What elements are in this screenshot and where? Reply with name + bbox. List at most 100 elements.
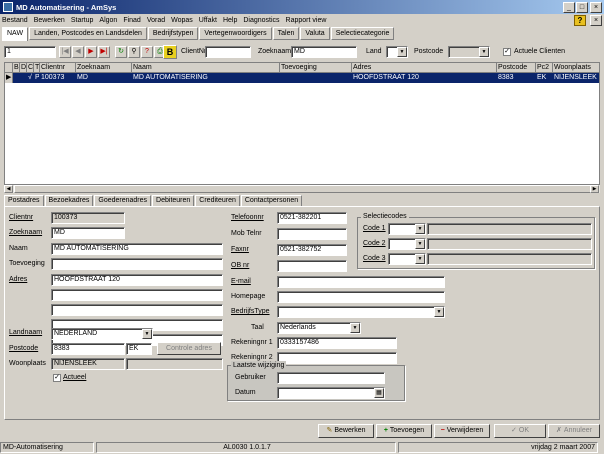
binoculars-icon[interactable]: ⚲ (128, 46, 140, 58)
chevron-down-icon[interactable]: ▼ (142, 329, 152, 339)
verwijderen-button[interactable]: − Verwijderen (434, 424, 490, 438)
bewerken-button[interactable]: ✎ Bewerken (318, 424, 374, 438)
chevron-down-icon[interactable]: ▼ (397, 47, 407, 57)
actueel-checkbox[interactable]: ✓ (53, 374, 61, 382)
minimize-button[interactable]: _ (563, 1, 575, 13)
menu-wopas[interactable]: Wopas (171, 17, 193, 24)
code1-select[interactable]: ▼ (388, 223, 426, 235)
clientnr-search-input[interactable] (205, 46, 251, 58)
calendar-icon[interactable]: ▦ (374, 388, 384, 398)
zoeknaam-search-input[interactable]: MD (291, 46, 357, 58)
grid-col-postcode[interactable]: Postcode (497, 63, 536, 72)
record-number-field[interactable]: 1 (4, 46, 56, 58)
email-field[interactable] (277, 276, 445, 288)
rekening2-field[interactable] (277, 352, 397, 364)
grid-col-zoeknaam[interactable]: Zoeknaam (76, 63, 132, 72)
rekening1-label: Rekeningnr 1 (231, 339, 273, 346)
scroll-right-icon[interactable]: ▶ (590, 185, 599, 193)
last-record-icon[interactable]: ▶| (98, 46, 110, 58)
clientnr-label: ClientNr (181, 48, 207, 55)
close-button[interactable]: × (590, 1, 602, 13)
tab-bedrijfstypen[interactable]: Bedrijfstypen (147, 27, 199, 40)
toevoegen-button[interactable]: + Toevoegen (376, 424, 432, 438)
telefoon-field[interactable]: 0521-382201 (277, 212, 347, 224)
menu-finad[interactable]: Finad (123, 17, 141, 24)
naam-field[interactable]: MD AUTOMATISERING (51, 243, 223, 255)
menu-diagnostics[interactable]: Diagnostics (243, 17, 279, 24)
adres-line-2-field[interactable] (51, 289, 223, 301)
grid-col-toevoeging[interactable]: Toevoeging (280, 63, 352, 72)
chevron-down-icon[interactable]: ▼ (434, 307, 444, 317)
prev-record-icon[interactable]: ◀ (72, 46, 84, 58)
ob-field[interactable] (277, 260, 347, 272)
postcode-select[interactable]: ▼ (448, 46, 490, 58)
postcode-field[interactable]: 8383 (51, 343, 125, 355)
maximize-button[interactable]: □ (576, 1, 588, 13)
toevoeging-field[interactable] (51, 258, 223, 270)
annuleer-button[interactable]: ✗ Annuleer (548, 424, 600, 438)
grid-col-woonplaats[interactable]: Woonplaats (553, 63, 597, 72)
code2-select[interactable]: ▼ (388, 238, 426, 250)
menu-help[interactable]: Help (223, 17, 237, 24)
scroll-thumb[interactable] (14, 185, 592, 193)
menu-bestand[interactable]: Bestand (2, 17, 28, 24)
tab-selectiecategorie[interactable]: Selectiecategorie (330, 27, 395, 40)
client-grid[interactable]: B D C T Clientnr Zoeknaam Naam Toevoegin… (4, 62, 600, 193)
minus-icon: − (440, 427, 445, 434)
bedrijfstype-select[interactable]: ▼ (277, 306, 445, 318)
datum-field[interactable]: ▦ (277, 387, 385, 399)
chevron-down-icon[interactable]: ▼ (415, 254, 425, 264)
cancel-icon: ✗ (556, 427, 562, 434)
grid-col-adres[interactable]: Adres (352, 63, 497, 72)
menu-algon[interactable]: Algon (99, 17, 117, 24)
grid-col-clientnr[interactable]: Clientnr (40, 63, 76, 72)
landnaam-select[interactable]: NEDERLAND ▼ (51, 328, 153, 340)
query-icon[interactable]: ? (141, 46, 153, 58)
mobiel-field[interactable] (277, 228, 347, 240)
rekening1-field[interactable]: 0333157486 (277, 337, 397, 349)
grid-horizontal-scrollbar[interactable]: ◀ ▶ (4, 184, 600, 193)
chevron-down-icon[interactable]: ▼ (415, 224, 425, 234)
tab-valuta[interactable]: Valuta (300, 27, 330, 40)
chevron-down-icon[interactable]: ▼ (415, 239, 425, 249)
tab-talen[interactable]: Talen (272, 27, 300, 40)
close-form-button[interactable]: × (590, 15, 602, 26)
tab-vertegenwoordigers[interactable]: Vertegenwoordigers (199, 27, 272, 40)
land-select[interactable]: ▼ (386, 46, 408, 58)
grid-col-c[interactable]: C (27, 63, 34, 72)
woonplaats-field-label: Woonplaats (9, 360, 46, 367)
homepage-field[interactable] (277, 291, 445, 303)
landnaam-value: NEDERLAND (54, 330, 98, 337)
actuele-clienten-checkbox[interactable]: ✓ (503, 48, 511, 56)
controle-adres-button[interactable]: Controle adres (157, 342, 221, 355)
cell-postcode: 8383 (497, 73, 536, 83)
code3-select[interactable]: ▼ (388, 253, 426, 265)
help-icon[interactable]: ? (574, 15, 586, 26)
menu-bewerken[interactable]: Bewerken (34, 17, 65, 24)
refresh-icon[interactable]: ↻ (115, 46, 127, 58)
chevron-down-icon[interactable]: ▼ (479, 47, 489, 57)
chevron-down-icon[interactable]: ▼ (350, 323, 360, 333)
fax-field[interactable]: 0521-382752 (277, 244, 347, 256)
postcode2-field[interactable]: EK (126, 343, 152, 355)
adres-line-3-field[interactable] (51, 304, 223, 316)
taal-select[interactable]: Nederlands ▼ (277, 322, 361, 334)
menu-uffakt[interactable]: Uffakt (199, 17, 217, 24)
adres-line-1-field[interactable]: HOOFDSTRAAT 120 (51, 274, 223, 286)
menu-vorad[interactable]: Vorad (147, 17, 165, 24)
next-record-icon[interactable]: ▶ (85, 46, 97, 58)
grid-col-b[interactable]: B (13, 63, 20, 72)
tab-naw[interactable]: NAW (2, 27, 29, 41)
tab-landen[interactable]: Landen, Postcodes en Landsdelen (29, 27, 147, 40)
scroll-left-icon[interactable]: ◀ (4, 185, 13, 193)
ok-button[interactable]: ✓ OK (494, 424, 546, 438)
zoeknaam-field[interactable]: MD (51, 227, 125, 239)
grid-col-d[interactable]: D (20, 63, 27, 72)
grid-col-pc2[interactable]: Pc2 (536, 63, 553, 72)
grid-col-naam[interactable]: Naam (132, 63, 280, 72)
table-row[interactable]: ▶ √ P 100373 MD MD AUTOMATISERING HOOFDS… (5, 73, 599, 83)
menu-startup[interactable]: Startup (71, 17, 94, 24)
menu-rapport-view[interactable]: Rapport view (286, 17, 327, 24)
first-record-icon[interactable]: |◀ (59, 46, 71, 58)
bold-b-icon[interactable]: B (163, 45, 177, 59)
